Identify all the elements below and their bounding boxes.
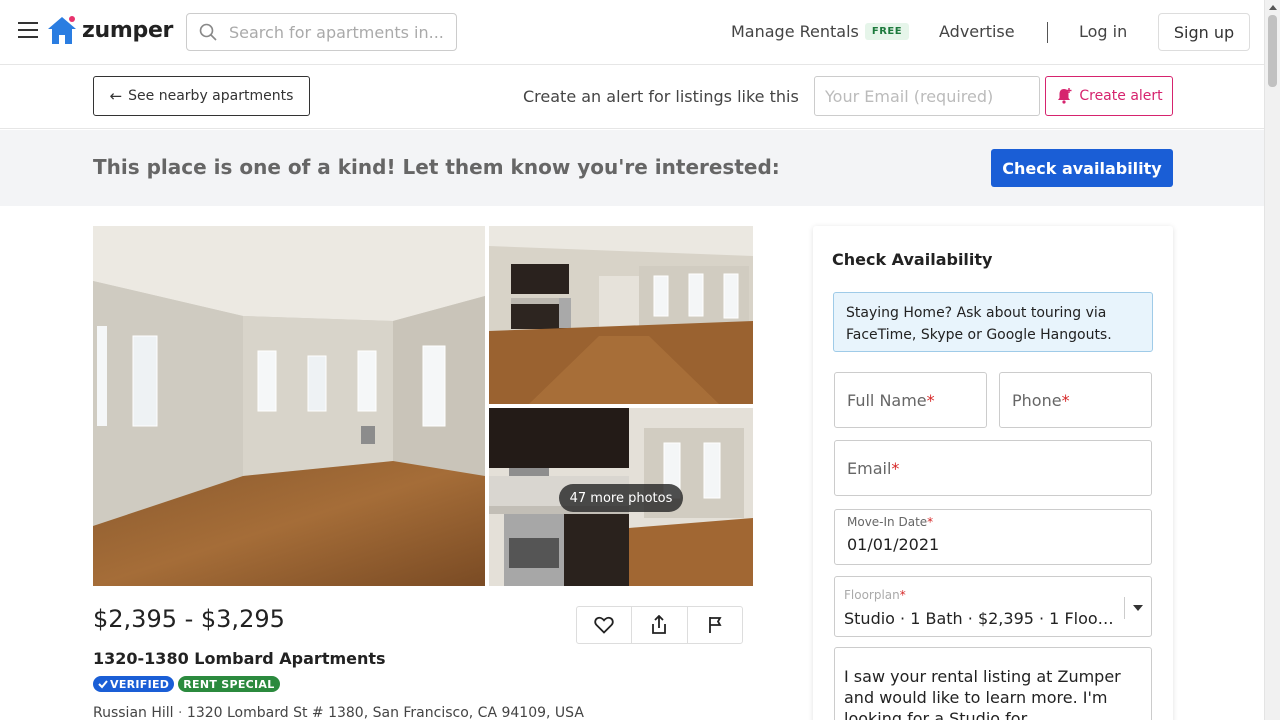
main-photo[interactable]	[93, 226, 485, 586]
kitchen-photo-image	[489, 226, 753, 404]
see-nearby-label: See nearby apartments	[128, 88, 294, 104]
flag-icon	[708, 617, 722, 633]
floorplan-label: Floorplan*	[844, 588, 906, 602]
check-icon	[98, 680, 108, 689]
kitchen-photo[interactable]	[489, 226, 753, 404]
share-button[interactable]	[632, 607, 688, 643]
check-availability-form: Check Availability Staying Home? Ask abo…	[813, 226, 1173, 720]
hamburger-menu-icon[interactable]	[18, 22, 38, 40]
phone-field[interactable]: Phone*	[999, 372, 1152, 428]
move-in-value: 01/01/2021	[847, 535, 940, 554]
create-alert-button[interactable]: Create alert	[1045, 76, 1173, 116]
search-icon	[199, 23, 217, 41]
create-alert-label: Create alert	[1079, 88, 1163, 104]
neighborhood-label: Russian Hill	[93, 705, 174, 720]
listing-badges: VERIFIED RENT SPECIAL	[93, 676, 280, 692]
message-textarea[interactable]: I saw your rental listing at Zumper and …	[834, 647, 1152, 720]
free-badge: FREE	[864, 23, 910, 40]
full-name-placeholder: Full Name*	[847, 391, 935, 410]
nav-divider	[1047, 22, 1048, 43]
more-photos-button[interactable]: 47 more photos	[559, 484, 683, 512]
touring-note: Staying Home? Ask about touring via Face…	[833, 292, 1153, 352]
move-in-label: Move-In Date*	[847, 515, 934, 529]
chevron-down-icon[interactable]	[1133, 605, 1143, 611]
alert-email-input[interactable]	[814, 76, 1040, 116]
top-header: zumper Manage Rentals FREE Advertise Log…	[0, 0, 1264, 65]
move-in-date-field[interactable]: Move-In Date* 01/01/2021	[834, 509, 1152, 565]
login-link[interactable]: Log in	[1079, 22, 1127, 41]
alert-prompt: Create an alert for listings like this	[523, 87, 799, 106]
bell-plus-icon	[1058, 88, 1072, 104]
advertise-link[interactable]: Advertise	[939, 22, 1015, 41]
form-title: Check Availability	[832, 250, 993, 269]
banner-text: This place is one of a kind! Let them kn…	[93, 155, 780, 179]
page-scrollbar[interactable]	[1264, 0, 1280, 720]
manage-rentals-link[interactable]: Manage Rentals FREE	[731, 22, 910, 41]
street-address: 1320 Lombard St # 1380, San Francisco, C…	[186, 705, 584, 720]
phone-placeholder: Phone*	[1012, 391, 1070, 410]
check-availability-button[interactable]: Check availability	[991, 149, 1173, 187]
rent-special-badge: RENT SPECIAL	[178, 676, 280, 692]
alert-bar: ← See nearby apartments Create an alert …	[0, 65, 1264, 129]
search-input[interactable]	[229, 22, 449, 42]
listing-title: 1320-1380 Lombard Apartments	[93, 649, 386, 668]
zumper-logo[interactable]: zumper	[46, 13, 173, 47]
arrow-left-icon: ←	[109, 87, 123, 105]
verified-badge: VERIFIED	[93, 676, 175, 692]
floorplan-value: Studio · 1 Bath · $2,395 · 1 Floorplan	[844, 609, 1119, 628]
report-button[interactable]	[688, 607, 742, 643]
select-divider	[1124, 597, 1125, 619]
message-text: I saw your rental listing at Zumper and …	[844, 667, 1121, 720]
address-separator: ·	[178, 705, 187, 720]
room-photo-image	[93, 226, 485, 586]
scroll-up-icon[interactable]	[1269, 5, 1277, 10]
listing-address: Russian Hill · 1320 Lombard St # 1380, S…	[93, 705, 584, 720]
interest-banner: This place is one of a kind! Let them kn…	[0, 130, 1264, 206]
manage-rentals-label: Manage Rentals	[731, 22, 859, 41]
see-nearby-button[interactable]: ← See nearby apartments	[93, 76, 310, 116]
email-field[interactable]: Email*	[834, 440, 1152, 496]
house-logo-icon	[48, 16, 76, 44]
logo-text: zumper	[82, 17, 174, 43]
scroll-thumb[interactable]	[1268, 15, 1277, 87]
full-name-field[interactable]: Full Name*	[834, 372, 987, 428]
heart-icon	[594, 616, 614, 634]
listing-actions	[576, 606, 743, 644]
email-placeholder: Email*	[847, 459, 900, 478]
floorplan-select[interactable]: Floorplan* Studio · 1 Bath · $2,395 · 1 …	[834, 576, 1152, 637]
favorite-button[interactable]	[577, 607, 633, 643]
signup-button[interactable]: Sign up	[1158, 13, 1250, 51]
search-box[interactable]	[186, 13, 457, 51]
verified-badge-label: VERIFIED	[110, 677, 170, 691]
price-range: $2,395 - $3,295	[93, 605, 285, 633]
share-icon	[652, 615, 667, 634]
